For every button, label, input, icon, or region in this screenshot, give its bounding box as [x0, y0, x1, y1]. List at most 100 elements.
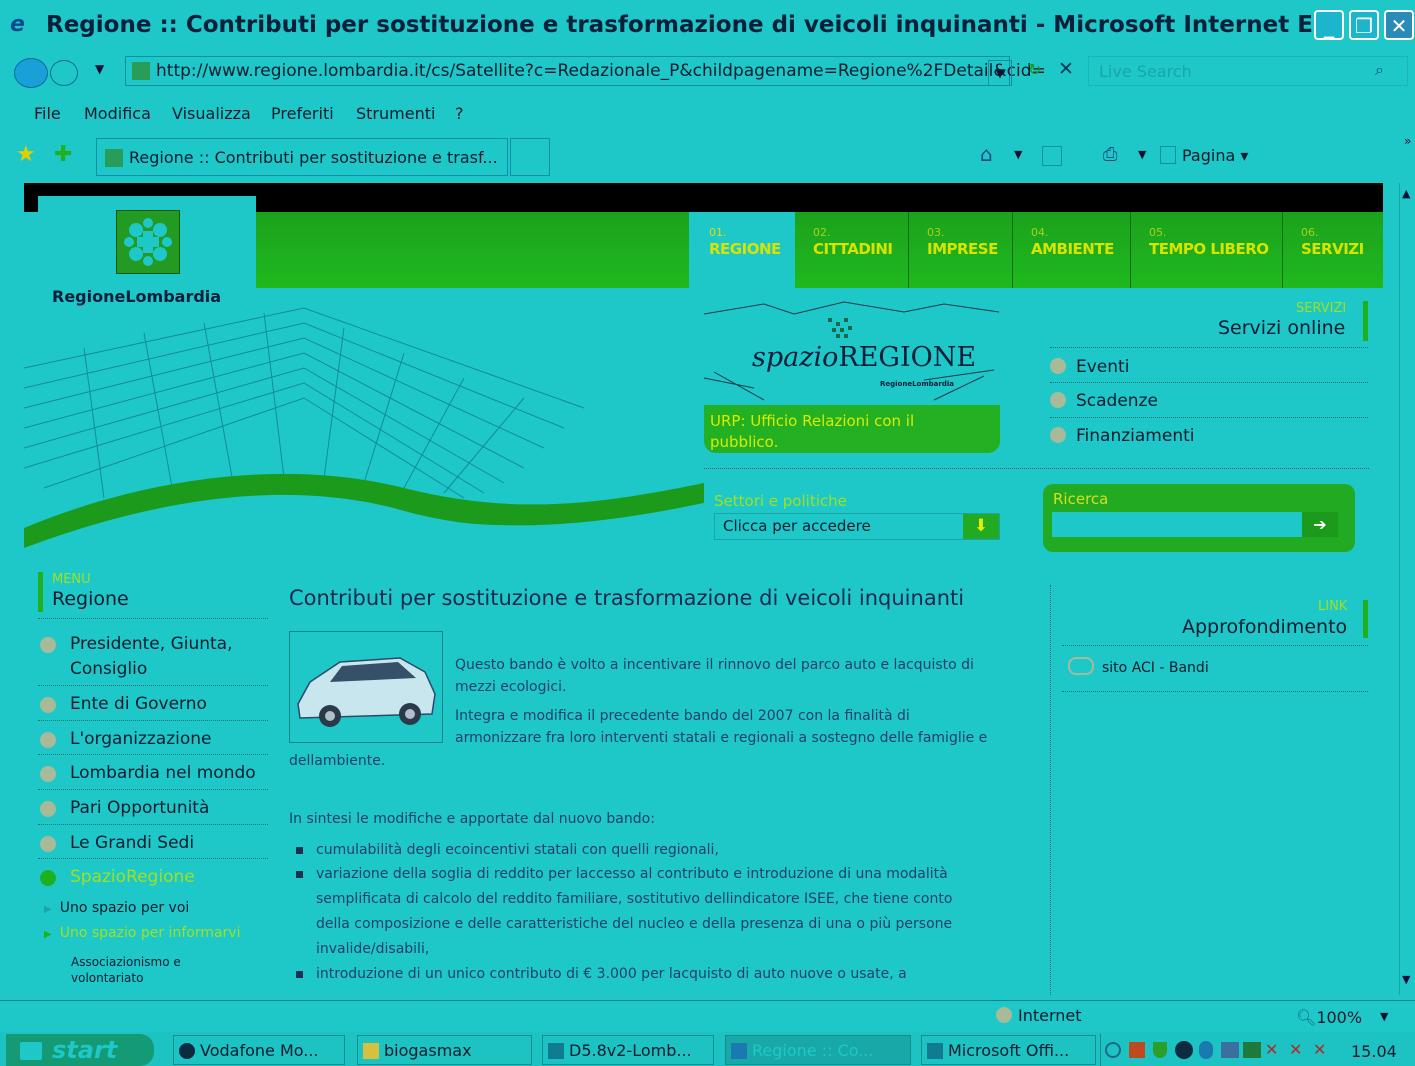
- home-icon[interactable]: ⌂: [980, 142, 993, 166]
- settori-select[interactable]: Clicca per accedere ⬇: [714, 513, 1000, 540]
- page-menu-button[interactable]: Pagina ▾: [1160, 146, 1248, 165]
- menu-item-label: SpazioRegione: [70, 867, 195, 887]
- word-doc-icon: [548, 1043, 564, 1059]
- page-favicon: [132, 62, 150, 80]
- start-button[interactable]: start: [6, 1034, 154, 1066]
- nav-tab-ambiente[interactable]: 04. AMBIENTE: [1013, 212, 1130, 288]
- network-icon-3[interactable]: ✕: [1313, 1040, 1326, 1059]
- bullet-icon: [1050, 392, 1066, 408]
- address-bar[interactable]: http://www.regione.lombardia.it/cs/Satel…: [125, 56, 1046, 86]
- title-bar: e Regione :: Contributi per sostituzione…: [0, 0, 1415, 52]
- network-icon-2[interactable]: ✕: [1289, 1040, 1302, 1059]
- spazio-brand-caps: REGIONE: [838, 342, 977, 373]
- servizi-item-eventi[interactable]: Eventi: [1050, 357, 1129, 377]
- live-search-input[interactable]: Live Search ⌕: [1088, 56, 1408, 86]
- arrow-right-icon[interactable]: ➔: [1302, 512, 1338, 537]
- ricerca-input[interactable]: [1052, 512, 1302, 537]
- link-aci-bandi[interactable]: sito ACI - Bandi: [1068, 657, 1209, 676]
- print-dropdown-icon[interactable]: ▼: [1138, 148, 1146, 161]
- tab-current[interactable]: Regione :: Contributi per sostituzione e…: [96, 138, 508, 176]
- spazio-regione-banner[interactable]: spazioREGIONE RegioneLombardia: [704, 300, 1004, 406]
- home-dropdown-icon[interactable]: ▼: [1014, 148, 1022, 161]
- bluetooth-icon[interactable]: [1199, 1041, 1213, 1059]
- arrow-down-icon[interactable]: ⬇: [963, 514, 999, 539]
- menu-visualizza[interactable]: Visualizza: [172, 104, 251, 123]
- clock[interactable]: 15.04: [1351, 1042, 1397, 1061]
- link-caps: LINK: [1318, 599, 1348, 614]
- taskbar-item-ie-regione[interactable]: Regione :: Co...: [725, 1035, 911, 1065]
- menu-help[interactable]: ?: [455, 104, 464, 123]
- list-item-text: variazione della soglia di reddito per l…: [316, 866, 948, 882]
- tray-icon-1[interactable]: [1105, 1042, 1121, 1058]
- spazio-brand-italic: spazio: [752, 342, 839, 373]
- nav-num: 02.: [813, 226, 831, 239]
- menu-modifica[interactable]: Modifica: [84, 104, 151, 123]
- menu-file[interactable]: File: [34, 104, 61, 123]
- menu-item-label: Lombardia nel mondo: [70, 763, 256, 783]
- menu-item-presidente[interactable]: Presidente, Giunta, Consiglio: [40, 634, 270, 684]
- tray-icon-2[interactable]: [1129, 1042, 1145, 1058]
- nav-tab-imprese[interactable]: 03. IMPRESE: [909, 212, 1012, 288]
- windows-logo-icon: [20, 1042, 42, 1060]
- taskbar-item-ms-office[interactable]: Microsoft Offi...: [921, 1035, 1096, 1065]
- refresh-icon[interactable]: ↻: [1028, 60, 1041, 79]
- tray-icon-7[interactable]: [1243, 1042, 1261, 1058]
- bullet-icon: [40, 732, 56, 748]
- servizi-item-label: Finanziamenti: [1076, 426, 1195, 446]
- toolbar-chevron-icon[interactable]: »: [1404, 134, 1411, 148]
- nav-tab-regione[interactable]: 01. REGIONE: [689, 212, 795, 288]
- nav-label: CITTADINI: [813, 240, 893, 258]
- urp-link[interactable]: URP: Ufficio Relazioni con il pubblico.: [704, 405, 1000, 453]
- shield-icon[interactable]: [1153, 1042, 1167, 1058]
- ricerca-box: Ricerca ➔: [1043, 484, 1355, 552]
- zoom-dropdown-icon[interactable]: ▼: [1380, 1010, 1388, 1023]
- bullet-icon: [40, 637, 56, 653]
- bullet-icon: [40, 766, 56, 782]
- back-button[interactable]: [14, 58, 48, 88]
- history-dropdown-icon[interactable]: ▼: [95, 62, 104, 76]
- submenu-item-spazio-informarvi[interactable]: ▶ Uno spazio per informarvi: [44, 925, 240, 941]
- subsubmenu-associazionismo[interactable]: Associazionismo e volontariato: [71, 954, 181, 986]
- nav-num: 03.: [927, 226, 945, 239]
- search-icon[interactable]: ⌕: [1375, 60, 1384, 80]
- feeds-icon[interactable]: [1042, 146, 1062, 166]
- list-item-text: invalide/disabili,: [316, 941, 430, 957]
- tray-icon-6[interactable]: [1221, 1042, 1239, 1058]
- servizi-item-finanziamenti[interactable]: Finanziamenti: [1050, 426, 1194, 446]
- forward-button[interactable]: [50, 60, 78, 86]
- minimize-button[interactable]: _: [1314, 10, 1344, 40]
- new-tab-button[interactable]: [510, 138, 550, 176]
- taskbar-item-word-doc[interactable]: D5.8v2-Lomb...: [542, 1035, 714, 1065]
- ie-icon: e: [10, 12, 25, 37]
- tray-icon-4[interactable]: [1175, 1041, 1193, 1059]
- taskbar-item-vodafone[interactable]: Vodafone Mo...: [173, 1035, 345, 1065]
- menu-strumenti[interactable]: Strumenti: [356, 104, 435, 123]
- print-icon[interactable]: ⎙: [1103, 144, 1117, 165]
- servizi-item-scadenze[interactable]: Scadenze: [1050, 391, 1158, 411]
- list-item-text: della composizione e delle caratteristic…: [316, 916, 953, 932]
- add-favorites-icon[interactable]: ✚: [54, 142, 72, 167]
- address-dropdown-icon[interactable]: ▼: [988, 60, 1012, 86]
- menu-preferiti[interactable]: Preferiti: [271, 104, 334, 123]
- stop-icon[interactable]: ✕: [1058, 58, 1074, 80]
- taskbar-item-biogasmax[interactable]: biogasmax: [357, 1035, 532, 1065]
- article-p2: Integra e modifica il precedente bando d…: [455, 705, 987, 749]
- menu-item-label: L'organizzazione: [70, 729, 212, 749]
- taskbar-item-label: Vodafone Mo...: [200, 1041, 319, 1060]
- nav-tab-tempo-libero[interactable]: 05. TEMPO LIBERO: [1131, 212, 1282, 288]
- nav-tab-servizi[interactable]: 06. SERVIZI: [1283, 212, 1383, 288]
- scroll-up-icon[interactable]: ▲: [1402, 187, 1410, 200]
- restore-button[interactable]: ❐: [1349, 10, 1379, 40]
- close-button[interactable]: ✕: [1384, 10, 1414, 40]
- nav-tab-cittadini[interactable]: 02. CITTADINI: [795, 212, 908, 288]
- divider: [1062, 645, 1368, 646]
- servizi-caps: SERVIZI: [1296, 301, 1347, 316]
- submenu-item-spazio-voi[interactable]: ▶ Uno spazio per voi: [44, 900, 189, 916]
- vertical-scrollbar[interactable]: ▲ ▼: [1399, 183, 1415, 995]
- scroll-down-icon[interactable]: ▼: [1402, 973, 1410, 986]
- zoom-label: 100%: [1316, 1008, 1363, 1027]
- tab-favicon: [105, 149, 123, 167]
- zoom-control[interactable]: 🔍︎100%: [1296, 1008, 1362, 1027]
- network-icon[interactable]: ✕: [1265, 1040, 1278, 1059]
- favorites-star-icon[interactable]: ★: [16, 142, 36, 167]
